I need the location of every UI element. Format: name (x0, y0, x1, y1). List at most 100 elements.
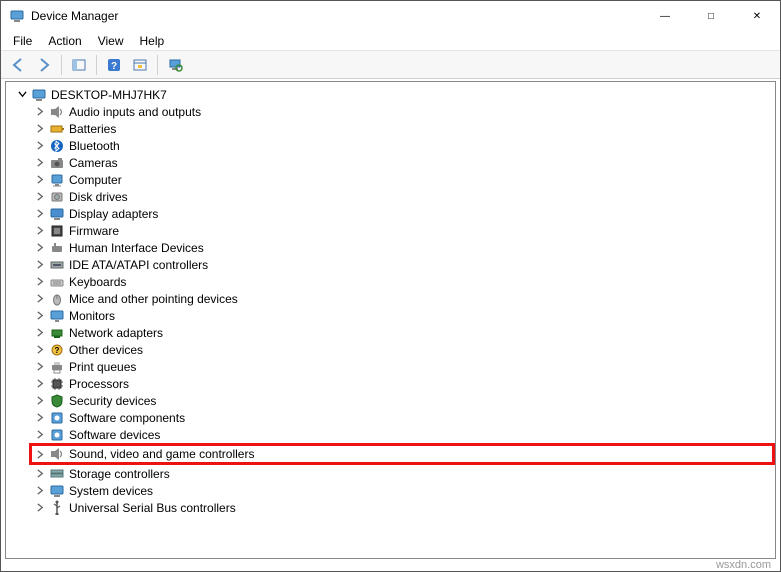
expand-icon[interactable] (34, 106, 46, 118)
minimize-button[interactable]: — (642, 1, 688, 31)
tree-item[interactable]: Computer (32, 171, 775, 188)
printer-icon (49, 359, 65, 375)
watermark: wsxdn.com (716, 559, 771, 571)
software-icon (49, 410, 65, 426)
tree-item-label: Computer (69, 173, 122, 187)
back-button[interactable] (6, 53, 30, 77)
expand-icon[interactable] (34, 293, 46, 305)
expand-icon[interactable] (34, 310, 46, 322)
display-icon (49, 206, 65, 222)
expand-icon[interactable] (34, 123, 46, 135)
tree-item-label: Other devices (69, 343, 143, 357)
svg-text:?: ? (111, 61, 117, 72)
expand-icon[interactable] (34, 361, 46, 373)
menu-action[interactable]: Action (42, 32, 87, 50)
device-tree-pane[interactable]: DESKTOP-MHJ7HK7 Audio inputs and outputs… (5, 81, 776, 559)
tree-item-label: Network adapters (69, 326, 163, 340)
window-title: Device Manager (31, 9, 642, 23)
tree-item-label: Monitors (69, 309, 115, 323)
expand-icon[interactable] (34, 378, 46, 390)
tree-root[interactable]: DESKTOP-MHJ7HK7 (14, 86, 775, 103)
tree-item[interactable]: Processors (32, 375, 775, 392)
tree-item[interactable]: IDE ATA/ATAPI controllers (32, 256, 775, 273)
tree-item[interactable]: Software devices (32, 426, 775, 443)
expand-icon[interactable] (34, 468, 46, 480)
expand-icon[interactable] (34, 448, 46, 460)
toolbar-separator (61, 55, 62, 75)
mouse-icon (49, 291, 65, 307)
toolbar-separator (157, 55, 158, 75)
tree-item[interactable]: Firmware (32, 222, 775, 239)
tree-item[interactable]: Display adapters (32, 205, 775, 222)
tree-item[interactable]: Software components (32, 409, 775, 426)
usb-icon (49, 500, 65, 516)
tree-item[interactable]: Cameras (32, 154, 775, 171)
device-tree: DESKTOP-MHJ7HK7 Audio inputs and outputs… (6, 86, 775, 516)
expand-icon[interactable] (34, 485, 46, 497)
tree-item[interactable]: Audio inputs and outputs (32, 103, 775, 120)
expand-icon[interactable] (34, 429, 46, 441)
tree-item[interactable]: System devices (32, 482, 775, 499)
tree-item-label: Keyboards (69, 275, 126, 289)
expand-icon[interactable] (34, 191, 46, 203)
expand-icon[interactable] (34, 344, 46, 356)
menubar: File Action View Help (1, 31, 780, 51)
help-button[interactable]: ? (102, 53, 126, 77)
expand-icon[interactable] (34, 140, 46, 152)
network-icon (49, 325, 65, 341)
maximize-button[interactable]: □ (688, 1, 734, 31)
tree-item[interactable]: Bluetooth (32, 137, 775, 154)
tree-item[interactable]: Universal Serial Bus controllers (32, 499, 775, 516)
tree-item[interactable]: Disk drives (32, 188, 775, 205)
expand-icon[interactable] (34, 259, 46, 271)
menu-file[interactable]: File (7, 32, 38, 50)
properties-button[interactable] (128, 53, 152, 77)
tree-item-label: Disk drives (69, 190, 128, 204)
forward-button[interactable] (32, 53, 56, 77)
console-tree-button[interactable] (67, 53, 91, 77)
expand-icon[interactable] (34, 502, 46, 514)
other-icon (49, 342, 65, 358)
app-icon (9, 8, 25, 24)
storage-icon (49, 466, 65, 482)
expand-icon[interactable] (34, 157, 46, 169)
tree-item[interactable]: Other devices (32, 341, 775, 358)
tree-item-label: Cameras (69, 156, 118, 170)
firmware-icon (49, 223, 65, 239)
tree-item[interactable]: Monitors (32, 307, 775, 324)
tree-item[interactable]: Human Interface Devices (32, 239, 775, 256)
tree-item-label: Storage controllers (69, 467, 170, 481)
expand-icon[interactable] (34, 174, 46, 186)
expand-icon[interactable] (34, 327, 46, 339)
battery-icon (49, 121, 65, 137)
expand-icon[interactable] (34, 225, 46, 237)
tree-item-label: Batteries (69, 122, 116, 136)
expand-icon[interactable] (34, 242, 46, 254)
close-button[interactable]: ✕ (734, 1, 780, 31)
expand-icon[interactable] (34, 208, 46, 220)
keyboard-icon (49, 274, 65, 290)
expand-icon[interactable] (34, 412, 46, 424)
tree-item[interactable]: Sound, video and game controllers (29, 443, 775, 465)
tree-item-label: Audio inputs and outputs (69, 105, 201, 119)
expand-icon[interactable] (34, 395, 46, 407)
expand-icon[interactable] (34, 276, 46, 288)
tree-item[interactable]: Mice and other pointing devices (32, 290, 775, 307)
tree-item[interactable]: Security devices (32, 392, 775, 409)
menu-help[interactable]: Help (134, 32, 171, 50)
menu-view[interactable]: View (92, 32, 130, 50)
tree-item-label: Processors (69, 377, 129, 391)
tree-item[interactable]: Keyboards (32, 273, 775, 290)
collapse-icon[interactable] (16, 89, 28, 101)
tree-item[interactable]: Batteries (32, 120, 775, 137)
scan-button[interactable] (163, 53, 187, 77)
titlebar: Device Manager — □ ✕ (1, 1, 780, 31)
tree-item[interactable]: Print queues (32, 358, 775, 375)
tree-item[interactable]: Network adapters (32, 324, 775, 341)
tree-item-label: Universal Serial Bus controllers (69, 501, 236, 515)
disk-icon (49, 189, 65, 205)
bluetooth-icon (49, 138, 65, 154)
toolbar: ? (1, 51, 780, 79)
cpu-icon (49, 376, 65, 392)
tree-item[interactable]: Storage controllers (32, 465, 775, 482)
